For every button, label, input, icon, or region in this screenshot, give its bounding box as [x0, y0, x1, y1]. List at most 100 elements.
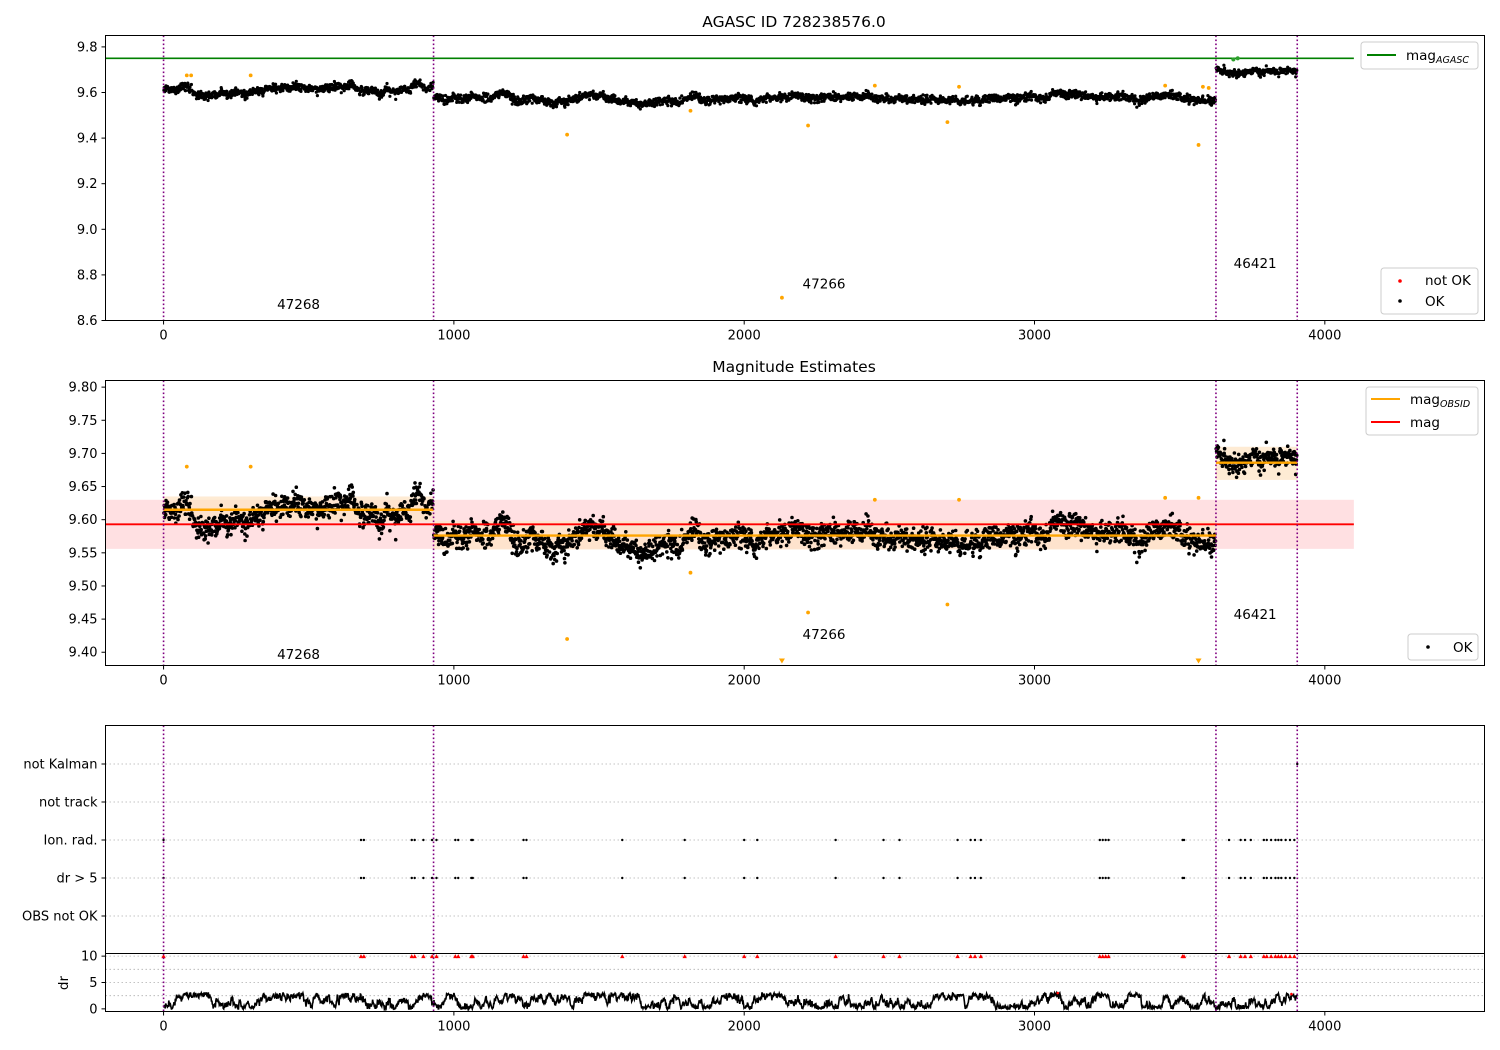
- ok-point: [199, 527, 203, 532]
- ok-point: [358, 93, 362, 97]
- x-tick-label: 0: [159, 674, 167, 689]
- ok-point: [784, 543, 789, 548]
- ok-point: [288, 514, 292, 519]
- ok-point: [728, 542, 732, 547]
- ok-point: [567, 528, 571, 532]
- ok-point: [575, 546, 579, 550]
- ok-point: [291, 489, 295, 494]
- ok-point: [562, 548, 566, 553]
- ok-point: [528, 99, 532, 103]
- y-tick-label: 9.45: [69, 613, 98, 628]
- ok-point: [576, 542, 581, 547]
- ok-point: [229, 532, 233, 537]
- ok-point: [383, 515, 387, 519]
- ok-point: [480, 531, 484, 535]
- ok-point: [1039, 101, 1043, 105]
- ok-point: [1084, 90, 1088, 94]
- ok-point: [634, 538, 639, 543]
- ok-point: [739, 546, 743, 551]
- ok-point: [385, 491, 389, 496]
- excluded-point: [565, 132, 570, 137]
- ok-point: [643, 542, 647, 547]
- y-tick-label: 8.8: [77, 268, 98, 283]
- ok-point: [545, 553, 549, 557]
- ok-point: [533, 531, 537, 535]
- ok-point: [851, 98, 856, 102]
- ok-point: [1277, 75, 1281, 79]
- ok-point: [261, 94, 265, 98]
- ok-point: [761, 541, 766, 546]
- y-tick-label: 9.6: [77, 86, 98, 101]
- ok-point: [579, 536, 584, 540]
- ok-point: [261, 527, 265, 532]
- ok-point: [481, 537, 485, 542]
- ok-point: [306, 515, 311, 519]
- ok-point: [458, 525, 463, 530]
- ok-point: [572, 542, 577, 547]
- ok-point: [366, 503, 370, 508]
- ok-point: [355, 502, 359, 507]
- ok-point: [650, 544, 655, 549]
- ok-point: [1121, 89, 1125, 93]
- ok-point: [734, 525, 738, 529]
- ok-point: [189, 82, 193, 87]
- ok-point: [339, 91, 343, 95]
- ok-point: [657, 546, 661, 550]
- ok-point: [636, 560, 641, 564]
- ok-point: [563, 561, 567, 565]
- ok-point: [379, 531, 384, 536]
- ok-point: [417, 485, 422, 489]
- ok-point: [544, 545, 548, 550]
- ok-point: [243, 538, 247, 543]
- ok-point: [665, 550, 669, 554]
- ok-point: [352, 497, 357, 502]
- ok-point: [515, 530, 520, 535]
- ok-point: [613, 94, 617, 98]
- ok-point: [624, 530, 628, 534]
- obsid-label: 47266: [803, 277, 846, 293]
- ok-point: [375, 511, 380, 515]
- ok-point: [512, 530, 517, 534]
- ok-point: [746, 545, 750, 550]
- ok-point: [1100, 91, 1104, 95]
- ok-point: [912, 93, 916, 97]
- ok-point: [591, 513, 595, 518]
- excluded-point: [248, 73, 253, 78]
- ok-point: [451, 519, 455, 524]
- ok-point: [526, 545, 530, 550]
- ok-point: [258, 518, 262, 523]
- ok-point: [240, 529, 244, 534]
- ok-point: [342, 512, 347, 517]
- ok-point: [600, 519, 605, 524]
- ok-point: [177, 514, 181, 518]
- excluded-point: [872, 83, 877, 88]
- ok-point: [702, 541, 707, 545]
- ok-point: [315, 94, 319, 98]
- ok-point: [754, 556, 759, 560]
- ok-point: [394, 97, 398, 101]
- ok-point: [182, 495, 186, 499]
- x-tick-label: 2000: [728, 674, 761, 689]
- ok-point: [697, 92, 702, 96]
- ok-point: [428, 512, 432, 516]
- ok-point: [399, 517, 404, 522]
- ok-point: [749, 530, 754, 535]
- ok-point: [675, 542, 680, 547]
- ok-point: [681, 541, 686, 545]
- ok-point: [660, 552, 665, 556]
- ok-point: [186, 494, 190, 499]
- figure: AGASC ID 728238576.0 0 1000 2000 3000 40008.…: [22, 13, 1485, 1035]
- ok-point: [521, 94, 526, 98]
- ok-point: [177, 498, 182, 502]
- ok-point: [563, 105, 567, 109]
- ok-point: [562, 556, 567, 561]
- y-tick-label: 9.8: [77, 40, 98, 55]
- ok-point: [388, 94, 392, 98]
- ok-point: [448, 538, 452, 543]
- ok-point: [628, 556, 633, 560]
- y-tick-label: 8.6: [77, 314, 98, 329]
- ok-point: [377, 537, 382, 541]
- y-tick-label: 9.65: [69, 480, 98, 495]
- ok-point: [376, 88, 380, 92]
- ok-point: [424, 516, 429, 520]
